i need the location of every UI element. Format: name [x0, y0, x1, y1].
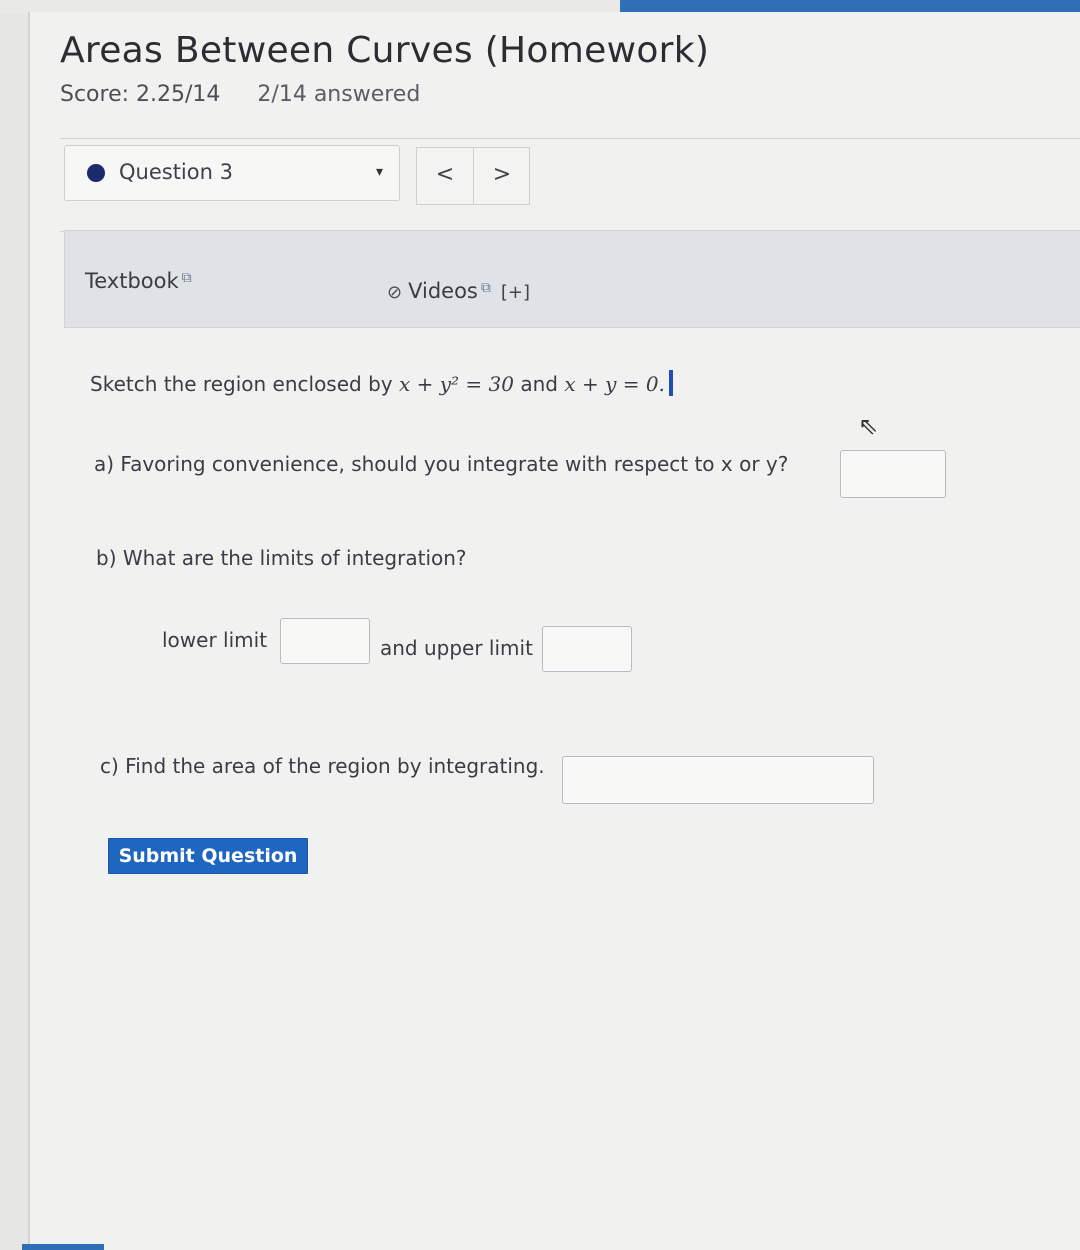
part-c-question: c) Find the area of the region by integr… — [100, 754, 545, 778]
textbook-link[interactable]: Textbook ⧉ — [85, 269, 192, 293]
question-navigation: Question 3 ▾ < > — [60, 138, 1080, 232]
textbook-label: Textbook — [85, 269, 179, 293]
previous-question-button[interactable]: < — [417, 148, 474, 204]
chevron-down-icon: ▾ — [375, 164, 383, 180]
mouse-pointer-icon: ⇖ — [858, 412, 879, 440]
question-select-label: Question 3 — [119, 160, 233, 184]
question-pager: < > — [416, 147, 530, 205]
prompt-prefix: Sketch the region enclosed by — [90, 372, 399, 396]
next-question-button[interactable]: > — [474, 148, 530, 204]
area-answer-input[interactable] — [562, 756, 874, 804]
submit-question-button[interactable]: Submit Question — [108, 838, 308, 874]
video-icon: ⊘ — [387, 282, 403, 303]
external-link-icon: ⧉ — [181, 270, 192, 286]
videos-link[interactable]: ⊘ Videos ⧉ [+] — [387, 279, 530, 303]
expand-videos-toggle[interactable]: [+] — [501, 282, 530, 303]
prompt-connector: and — [513, 372, 565, 396]
lower-limit-label: lower limit — [162, 628, 268, 652]
bottom-accent-bar — [22, 1244, 104, 1250]
text-cursor — [668, 370, 673, 396]
equation-2: x + y = 0. — [564, 372, 665, 396]
upper-limit-label: and upper limit — [380, 636, 533, 660]
external-link-icon: ⧉ — [480, 280, 491, 296]
answered-count: 2/14 answered — [257, 82, 421, 107]
page-title: Areas Between Curves (Homework) — [60, 30, 710, 71]
part-b-question: b) What are the limits of integration? — [96, 546, 467, 570]
question-select[interactable]: Question 3 ▾ — [64, 145, 400, 201]
part-a-answer-input[interactable] — [840, 450, 946, 498]
homework-page: Areas Between Curves (Homework) Score: 2… — [28, 12, 1080, 1250]
equation-1: x + y² = 30 — [398, 372, 514, 396]
upper-limit-input[interactable] — [542, 626, 632, 672]
problem-statement: Sketch the region enclosed by x + y² = 3… — [90, 370, 673, 396]
part-a-question: a) Favoring convenience, should you inte… — [94, 452, 789, 476]
resources-panel: Textbook ⧉ ⊘ Videos ⧉ [+] — [64, 230, 1080, 328]
score-row: Score: 2.25/14 2/14 answered — [60, 82, 450, 107]
lower-limit-input[interactable] — [280, 618, 370, 664]
question-status-dot-icon — [87, 164, 105, 182]
score-text: Score: 2.25/14 — [60, 82, 221, 107]
videos-label: Videos — [408, 279, 478, 303]
